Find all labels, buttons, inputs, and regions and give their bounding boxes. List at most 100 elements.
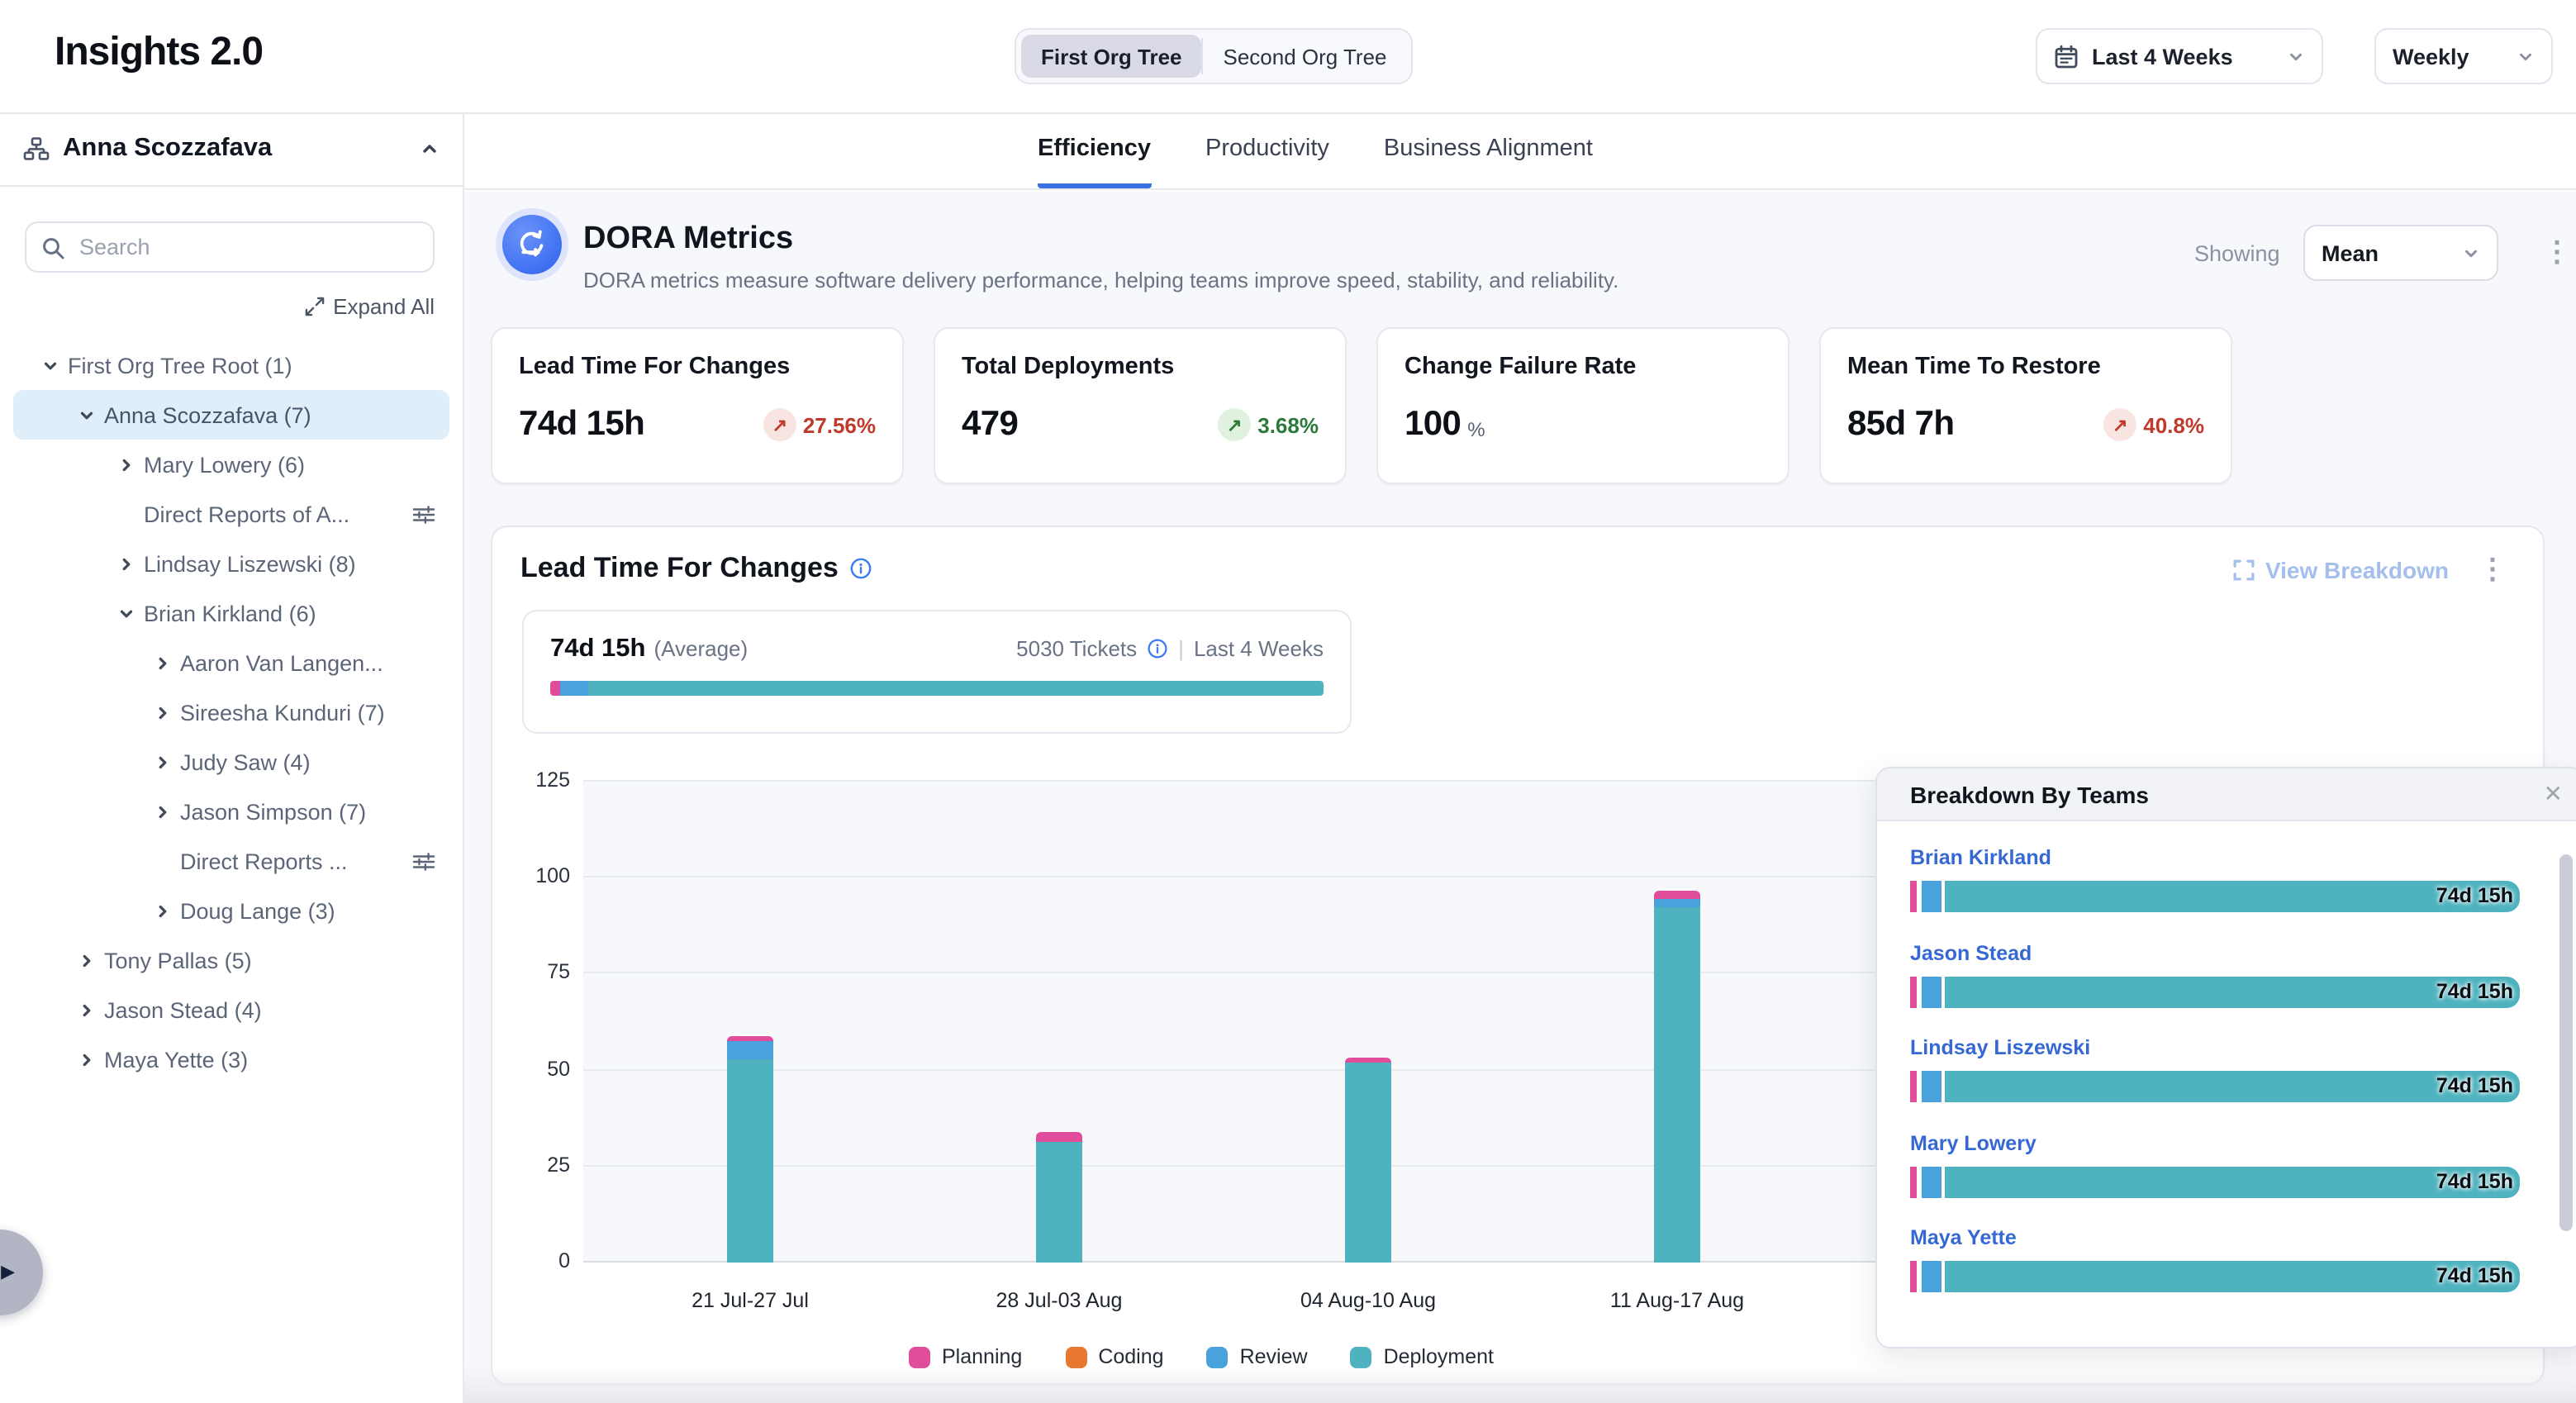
bar-segment-deployment	[1945, 881, 2520, 912]
tree-item-mary-lowery-6[interactable]: Mary Lowery (6)	[13, 440, 449, 489]
view-breakdown-button[interactable]: View Breakdown	[2232, 557, 2449, 583]
chevron-right-icon[interactable]	[112, 455, 139, 473]
sidebar-collapse-chevron-up-icon[interactable]	[420, 139, 440, 159]
dora-section-subtitle: DORA metrics measure software delivery p…	[583, 268, 1618, 292]
breakdown-row-maya-yette: Maya Yette74d 15h	[1910, 1218, 2520, 1313]
showing-label: Showing	[2194, 241, 2280, 266]
close-icon[interactable]: ✕	[2544, 780, 2563, 808]
bar-segment-review	[1654, 899, 1700, 906]
chevron-right-icon[interactable]	[73, 1001, 99, 1019]
fullscreen-corners-icon	[2232, 559, 2255, 582]
tree-item-direct-reports-of-a[interactable]: Direct Reports of A...	[13, 489, 449, 539]
avg-bar-segment-planning	[550, 681, 560, 696]
expand-all-label: Expand All	[333, 294, 435, 319]
legend-label: Deployment	[1384, 1345, 1494, 1368]
chevron-right-icon[interactable]	[149, 703, 175, 721]
chevron-right-icon[interactable]	[149, 901, 175, 920]
average-value: 74d 15h	[550, 635, 645, 664]
tree-item-aaron-van-langen[interactable]: Aaron Van Langen...	[13, 638, 449, 687]
chevron-right-icon[interactable]	[73, 951, 99, 969]
legend-item-deployment: Deployment	[1351, 1345, 1494, 1368]
info-icon[interactable]	[850, 557, 873, 580]
breakdown-team-link[interactable]: Brian Kirkland	[1910, 846, 2051, 869]
tree-item-label: Direct Reports ...	[180, 849, 348, 873]
breakdown-team-bar: 74d 15h	[1910, 881, 2520, 912]
tree-item-doug-lange-3[interactable]: Doug Lange (3)	[13, 886, 449, 935]
date-range-value: Last 4 Weeks	[2092, 44, 2233, 69]
dora-cycle-icon	[502, 215, 562, 274]
date-range-select[interactable]: Last 4 Weeks	[2036, 28, 2323, 84]
breakdown-row-lindsay-liszewski: Lindsay Liszewski 74d 15h	[1910, 1028, 2520, 1123]
breakdown-team-link[interactable]: Maya Yette	[1910, 1226, 2017, 1249]
chevron-right-icon[interactable]	[149, 802, 175, 820]
toggle-first-org-tree[interactable]: First Org Tree	[1021, 35, 1202, 78]
chevron-down-icon[interactable]	[36, 356, 63, 374]
x-tick-label: 04 Aug-10 Aug	[1261, 1289, 1476, 1312]
chevron-right-icon[interactable]	[149, 654, 175, 672]
filter-sliders-icon[interactable]	[411, 850, 436, 872]
tab-productivity[interactable]: Productivity	[1205, 136, 1329, 188]
tree-item-lindsay-liszewski-8[interactable]: Lindsay Liszewski (8)	[13, 539, 449, 588]
chevron-down-icon[interactable]	[112, 604, 139, 622]
chart-bar-21-jul-27-jul[interactable]	[727, 1037, 773, 1263]
chevron-right-icon[interactable]	[112, 554, 139, 573]
chart-bar-28-jul-03-aug[interactable]	[1036, 1132, 1082, 1263]
metric-card-unit: %	[1467, 418, 1485, 441]
tree-item-tony-pallas-5[interactable]: Tony Pallas (5)	[13, 935, 449, 985]
bar-segment-deployment	[1945, 976, 2520, 1007]
chevron-right-icon[interactable]	[73, 1050, 99, 1068]
metric-card-value: 100	[1404, 405, 1461, 445]
trend-up-arrow-icon: ↗	[2103, 408, 2136, 441]
y-tick-label: 100	[504, 864, 570, 887]
tree-item-jason-simpson-7[interactable]: Jason Simpson (7)	[13, 787, 449, 836]
chevron-right-icon[interactable]	[149, 753, 175, 771]
tree-item-label: Mary Lowery (6)	[144, 452, 305, 477]
bar-segment-planning	[1910, 1261, 1917, 1292]
bar-segment-deployment	[727, 1058, 773, 1263]
bar-segment-deployment	[1036, 1141, 1082, 1263]
org-tree: First Org Tree Root (1)Anna Scozzafava (…	[0, 337, 463, 1403]
expand-all-button[interactable]: Expand All	[303, 294, 435, 319]
efficiency-content: DORA Metrics DORA metrics measure softwa…	[464, 192, 2576, 1403]
legend-item-planning: Planning	[909, 1345, 1022, 1368]
tree-item-sireesha-kunduri-7[interactable]: Sireesha Kunduri (7)	[13, 687, 449, 737]
tab-efficiency[interactable]: Efficiency	[1038, 136, 1151, 188]
tree-item-label: Brian Kirkland (6)	[144, 601, 316, 625]
info-icon[interactable]	[1147, 638, 1168, 659]
tab-business-alignment[interactable]: Business Alignment	[1384, 136, 1593, 188]
tree-item-judy-saw-4[interactable]: Judy Saw (4)	[13, 737, 449, 787]
search-input[interactable]	[76, 233, 418, 261]
chevron-down-icon[interactable]	[73, 406, 99, 424]
main-area: Efficiency Productivity Business Alignme…	[464, 112, 2576, 1403]
tree-item-direct-reports[interactable]: Direct Reports ...	[13, 836, 449, 886]
tree-item-first-org-tree-root-1[interactable]: First Org Tree Root (1)	[13, 340, 449, 390]
breakdown-title: Breakdown By Teams	[1910, 781, 2149, 807]
lead-time-kebab-menu-icon[interactable]: ⋮	[2479, 555, 2507, 583]
chevron-down-icon	[2287, 47, 2305, 65]
lead-time-title: Lead Time For Changes	[520, 552, 839, 585]
filter-sliders-icon[interactable]	[411, 503, 436, 525]
dora-kebab-menu-icon[interactable]: ⋮	[2543, 238, 2571, 266]
metric-card-title: Total Deployments	[962, 354, 1319, 380]
tree-item-maya-yette-3[interactable]: Maya Yette (3)	[13, 1034, 449, 1084]
tree-item-anna-scozzafava-7[interactable]: Anna Scozzafava (7)	[13, 390, 449, 440]
breakdown-team-link[interactable]: Mary Lowery	[1910, 1131, 2037, 1154]
breakdown-team-bar: 74d 15h	[1910, 1071, 2520, 1102]
insights-dashboard: Insights 2.0 First Org Tree Second Org T…	[0, 0, 2576, 1403]
breakdown-team-link[interactable]: Jason Stead	[1910, 941, 2032, 964]
chart-bar-11-aug-17-aug[interactable]	[1654, 892, 1700, 1263]
metric-delta-badge: ↗27.56%	[763, 408, 876, 441]
toggle-second-org-tree[interactable]: Second Org Tree	[1204, 35, 1407, 78]
sidebar-header: Anna Scozzafava	[0, 112, 463, 187]
breakdown-scrollbar-thumb[interactable]	[2559, 854, 2573, 1231]
tree-item-brian-kirkland-6[interactable]: Brian Kirkland (6)	[13, 588, 449, 638]
y-tick-label: 125	[504, 768, 570, 792]
tree-item-jason-stead-4[interactable]: Jason Stead (4)	[13, 985, 449, 1034]
breakdown-team-bar: 74d 15h	[1910, 1166, 2520, 1197]
granularity-select[interactable]: Weekly	[2374, 28, 2553, 84]
showing-select[interactable]: Mean	[2303, 225, 2498, 281]
tree-item-label: Aaron Van Langen...	[180, 650, 383, 675]
breakdown-team-link[interactable]: Lindsay Liszewski	[1910, 1036, 2090, 1059]
chart-bar-04-aug-10-aug[interactable]	[1345, 1058, 1391, 1263]
metric-card-title: Mean Time To Restore	[1847, 354, 2204, 380]
